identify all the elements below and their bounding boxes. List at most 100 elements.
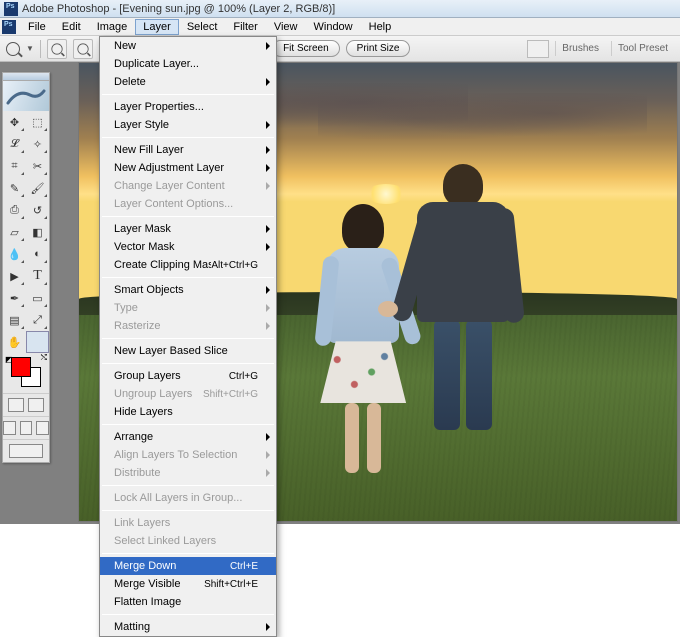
healing-brush-tool[interactable]: ✎ (3, 177, 26, 199)
zoom-tool-icon[interactable] (6, 42, 20, 56)
menu-edit[interactable]: Edit (54, 19, 89, 35)
toolbox[interactable]: ✥ ⬚ 𝓛 ✧ ⌗ ✂ ✎ 🖌 ⎙ ↺ ▱ ◧ 💧 ◐ ▶ T ✒ ▭ ▤ ⤢ … (2, 72, 50, 463)
submenu-arrow-icon (266, 78, 270, 86)
history-brush-tool[interactable]: ↺ (26, 199, 49, 221)
color-swatches[interactable]: ◩ ⤭ (3, 353, 49, 393)
menu-item-group-layers[interactable]: Group LayersCtrl+G (100, 367, 276, 385)
image-sun (366, 184, 406, 204)
menu-item-matting[interactable]: Matting (100, 618, 276, 636)
hand-tool[interactable]: ✋ (3, 331, 26, 353)
ps-icon (2, 20, 16, 34)
toolbox-header-icon (3, 81, 49, 111)
menu-item-layer-properties[interactable]: Layer Properties... (100, 98, 276, 116)
menu-filter[interactable]: Filter (225, 19, 265, 35)
menu-item-create-clipping-mask[interactable]: Create Clipping MaskAlt+Ctrl+G (100, 256, 276, 274)
menu-item-label: Duplicate Layer... (114, 58, 258, 70)
menu-item-label: Layer Style (114, 119, 258, 131)
menu-item-label: Type (114, 302, 258, 314)
title-bar: Adobe Photoshop - [Evening sun.jpg @ 100… (0, 0, 680, 18)
move-tool[interactable]: ✥ (3, 111, 26, 133)
separator (40, 40, 41, 58)
submenu-arrow-icon (266, 121, 270, 129)
menu-item-flatten-image[interactable]: Flatten Image (100, 593, 276, 611)
menu-item-vector-mask[interactable]: Vector Mask (100, 238, 276, 256)
type-tool[interactable]: T (26, 265, 49, 287)
menu-separator (102, 553, 274, 554)
screen-mode-full[interactable] (36, 421, 49, 435)
menu-item-smart-objects[interactable]: Smart Objects (100, 281, 276, 299)
standard-mode-button[interactable] (8, 398, 24, 412)
menu-item-merge-visible[interactable]: Merge VisibleShift+Ctrl+E (100, 575, 276, 593)
brushes-tab[interactable]: Brushes (555, 41, 605, 56)
menu-item-layer-mask[interactable]: Layer Mask (100, 220, 276, 238)
menu-item-shortcut: Ctrl+E (230, 561, 258, 572)
menu-item-new-adjustment-layer[interactable]: New Adjustment Layer (100, 159, 276, 177)
menu-item-select-linked-layers: Select Linked Layers (100, 532, 276, 550)
lasso-tool[interactable]: 𝓛 (3, 133, 26, 155)
menu-view[interactable]: View (266, 19, 306, 35)
layer-menu-dropdown[interactable]: New Duplicate Layer... Delete Layer Propert… (99, 36, 277, 637)
menu-select[interactable]: Select (179, 19, 226, 35)
menu-item-new-layer-based-slice[interactable]: New Layer Based Slice (100, 342, 276, 360)
menu-item-label: Arrange (114, 431, 258, 443)
menu-item-label: Merge Down (114, 560, 230, 572)
pen-tool[interactable]: ✒ (3, 287, 26, 309)
magic-wand-tool[interactable]: ✧ (26, 133, 49, 155)
screen-mode-standard[interactable] (3, 421, 16, 435)
dropdown-caret-icon[interactable]: ▼ (26, 44, 34, 53)
menu-item-label: Layer Properties... (114, 101, 258, 113)
jump-to-imageready-button[interactable] (9, 444, 43, 458)
menu-item-label: Ungroup Layers (114, 388, 203, 400)
menu-item-layer-style[interactable]: Layer Style (100, 116, 276, 134)
marquee-tool[interactable]: ⬚ (26, 111, 49, 133)
quickmask-mode-button[interactable] (28, 398, 44, 412)
menu-item-merge-down[interactable]: Merge DownCtrl+E (100, 557, 276, 575)
foreground-color-swatch[interactable] (11, 357, 31, 377)
menu-image[interactable]: Image (89, 19, 136, 35)
menu-item-shortcut: Shift+Ctrl+E (204, 579, 258, 590)
dodge-tool[interactable]: ◐ (26, 243, 49, 265)
fit-screen-button[interactable]: Fit Screen (272, 40, 340, 57)
palette-toggle-icon[interactable] (527, 40, 549, 58)
menu-bar[interactable]: FileEditImageLayerSelectFilterViewWindow… (0, 18, 680, 36)
menu-item-label: Group Layers (114, 370, 229, 382)
menu-separator (102, 424, 274, 425)
menu-window[interactable]: Window (306, 19, 361, 35)
menu-item-new-fill-layer[interactable]: New Fill Layer (100, 141, 276, 159)
zoom-tool[interactable] (26, 331, 49, 353)
eraser-tool[interactable]: ▱ (3, 221, 26, 243)
shape-tool[interactable]: ▭ (26, 287, 49, 309)
zoom-in-button[interactable] (47, 39, 67, 59)
notes-tool[interactable]: ▤ (3, 309, 26, 331)
menu-item-change-layer-content: Change Layer Content (100, 177, 276, 195)
path-selection-tool[interactable]: ▶ (3, 265, 26, 287)
brush-tool[interactable]: 🖌 (26, 177, 49, 199)
menu-help[interactable]: Help (361, 19, 400, 35)
gradient-tool[interactable]: ◧ (26, 221, 49, 243)
menu-item-delete[interactable]: Delete (100, 73, 276, 91)
menu-file[interactable]: File (20, 19, 54, 35)
toolbox-drag-handle[interactable] (3, 73, 49, 81)
menu-item-label: New Fill Layer (114, 144, 258, 156)
menu-item-hide-layers[interactable]: Hide Layers (100, 403, 276, 421)
menu-item-new[interactable]: New (100, 37, 276, 55)
tool-presets-tab[interactable]: Tool Preset (611, 41, 674, 56)
quickmask-row (3, 393, 49, 416)
slice-tool[interactable]: ✂ (26, 155, 49, 177)
menu-item-label: Layer Mask (114, 223, 258, 235)
blur-tool[interactable]: 💧 (3, 243, 26, 265)
menu-separator (102, 510, 274, 511)
eyedropper-tool[interactable]: ⤢ (26, 309, 49, 331)
menu-item-duplicate-layer[interactable]: Duplicate Layer... (100, 55, 276, 73)
print-size-button[interactable]: Print Size (346, 40, 411, 57)
zoom-out-button[interactable] (73, 39, 93, 59)
menu-item-ungroup-layers: Ungroup LayersShift+Ctrl+G (100, 385, 276, 403)
menu-item-label: Layer Content Options... (114, 198, 258, 210)
menu-item-arrange[interactable]: Arrange (100, 428, 276, 446)
menu-layer[interactable]: Layer (135, 19, 179, 35)
screen-mode-full-menubar[interactable] (20, 421, 33, 435)
jump-row (3, 439, 49, 462)
clone-stamp-tool[interactable]: ⎙ (3, 199, 26, 221)
crop-tool[interactable]: ⌗ (3, 155, 26, 177)
swap-colors-icon[interactable]: ⤭ (41, 353, 47, 363)
